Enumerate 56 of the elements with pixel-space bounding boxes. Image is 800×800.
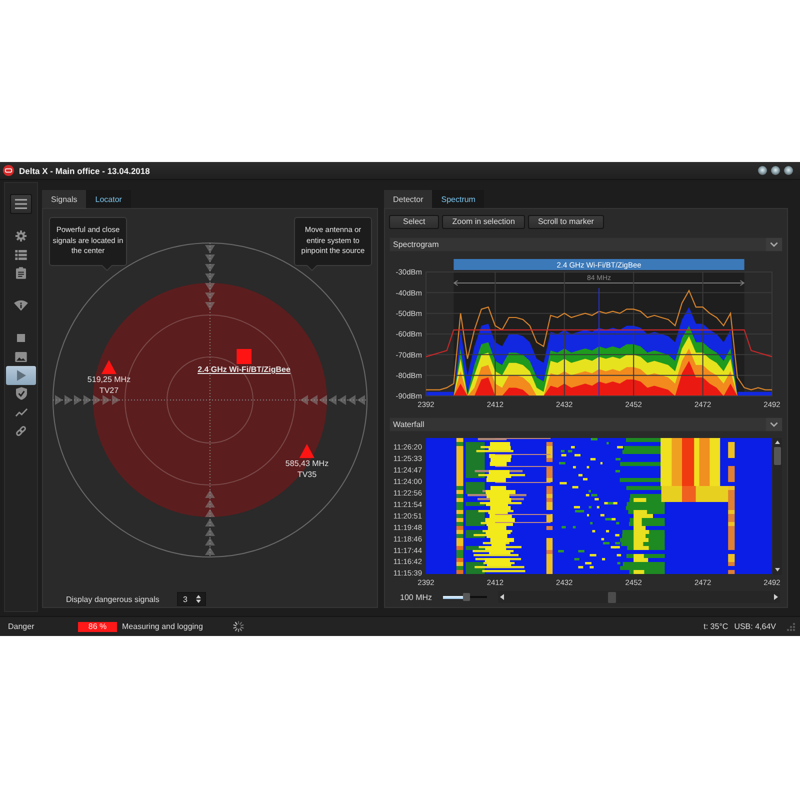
sidebar-button[interactable]	[6, 366, 36, 384]
image-icon	[15, 352, 27, 362]
app-logo-icon	[3, 165, 14, 176]
signal-count-spinbox[interactable]: 3	[177, 592, 206, 606]
spin-arrows-icon	[196, 595, 201, 603]
signal-label: TV35	[297, 469, 317, 480]
tab[interactable]: Locator	[86, 190, 131, 208]
danger-badge: 86 %	[78, 622, 117, 632]
signal-label: TV27	[99, 385, 119, 396]
chevron-down-icon	[770, 422, 778, 427]
horizontal-scrollbar[interactable]	[498, 591, 780, 603]
play-icon	[16, 370, 26, 381]
section-title: Waterfall	[392, 420, 426, 429]
zoom-span-label: 100 MHz	[399, 592, 434, 602]
menu-icon	[15, 199, 27, 209]
setting-label: Display dangerous signals	[66, 594, 160, 604]
scroll-up-icon[interactable]	[775, 440, 780, 444]
status-text: Danger	[7, 622, 36, 631]
loading-spinner-icon	[232, 621, 244, 632]
scrollbar-thumb[interactable]	[608, 592, 616, 602]
square-icon	[17, 334, 25, 342]
list-icon	[15, 250, 27, 260]
tab[interactable]: Spectrum	[432, 190, 484, 208]
signal-triangle-icon	[300, 444, 314, 458]
toolbar-button[interactable]: Scroll to marker	[528, 215, 604, 229]
trend-line-icon	[14, 408, 28, 417]
collapse-button[interactable]	[766, 238, 782, 251]
signal-label: 2.4 GHz Wi-Fi/BT/ZigBee	[198, 364, 290, 375]
resize-grip-icon[interactable]	[786, 622, 795, 631]
collapse-button[interactable]	[766, 418, 782, 431]
slider-thumb[interactable]	[463, 593, 470, 601]
status-text: t: 35°C	[704, 622, 728, 631]
shield-check-icon	[16, 387, 26, 400]
scroll-left-icon[interactable]	[500, 594, 504, 600]
toolbar-button[interactable]: Select	[389, 215, 440, 229]
section-title: Spectrogram	[392, 240, 440, 249]
status-text: Measuring and logging	[122, 622, 203, 631]
signal-label: 519,25 MHz	[87, 374, 131, 385]
scrollbar-thumb[interactable]	[774, 447, 781, 465]
status-text: USB: 4,64V	[734, 622, 776, 631]
scroll-down-icon[interactable]	[775, 568, 780, 572]
wifi-info-icon	[14, 300, 28, 312]
gear-icon	[15, 230, 27, 242]
chevron-down-icon	[770, 242, 778, 247]
link-icon	[15, 424, 27, 437]
span-slider[interactable]	[443, 593, 487, 601]
tab[interactable]: Detector	[384, 190, 432, 208]
window-title: Delta X - Main office - 13.04.2018	[19, 166, 151, 176]
menu-button[interactable]	[10, 194, 32, 214]
signal-square-icon	[236, 349, 252, 364]
clipboard-icon	[16, 267, 26, 280]
scroll-right-icon[interactable]	[774, 594, 778, 600]
tab[interactable]: Signals	[42, 190, 86, 208]
toolbar-button[interactable]: Zoom in selection	[442, 215, 525, 229]
signal-triangle-icon	[102, 360, 116, 374]
signal-label: 585,43 MHz	[285, 458, 329, 469]
